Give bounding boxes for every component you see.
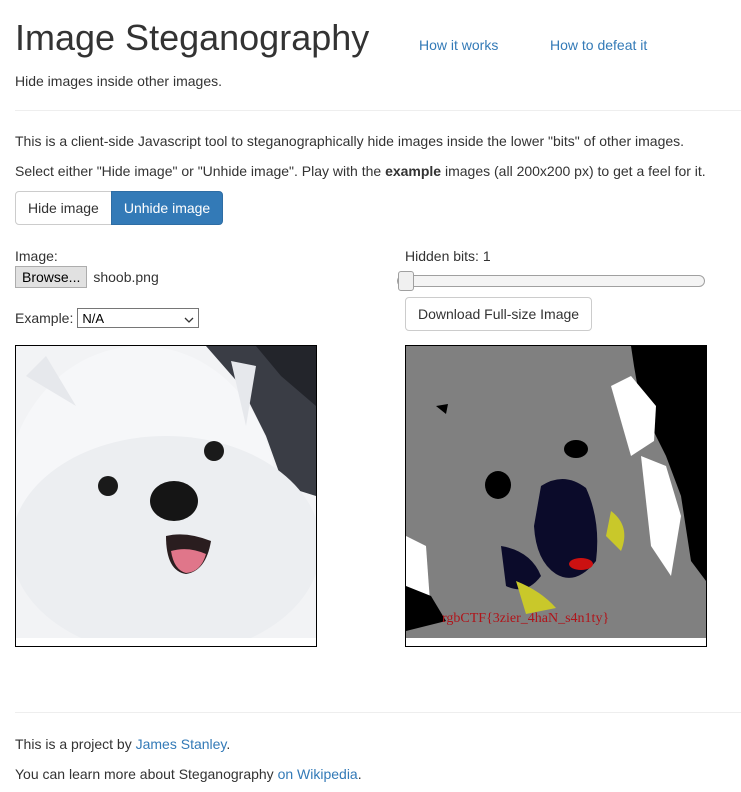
footer-line-2-after: . bbox=[357, 766, 362, 782]
browse-button[interactable]: Browse... bbox=[15, 266, 88, 288]
page-title: Image Steganography bbox=[15, 17, 370, 58]
author-link[interactable]: James Stanley bbox=[136, 736, 227, 752]
image-label: Image: bbox=[15, 248, 58, 264]
intro-line-2-before: Select either "Hide image" or "Unhide im… bbox=[15, 163, 386, 179]
tagline: Hide images inside other images. bbox=[15, 73, 222, 89]
wikipedia-link[interactable]: on Wikipedia bbox=[278, 766, 358, 782]
intro-line-2-after: images (all 200x200 px) to get a feel fo… bbox=[441, 163, 706, 179]
footer-divider bbox=[15, 712, 741, 713]
example-label: Example: bbox=[15, 310, 74, 326]
example-row: Example: N/A bbox=[15, 308, 200, 328]
hide-image-button[interactable]: Hide image bbox=[15, 191, 112, 225]
footer-line-2-before: You can learn more about Steganography bbox=[15, 766, 278, 782]
footer-line-1: This is a project by James Stanley. bbox=[15, 736, 230, 752]
hidden-bits-label: Hidden bits: 1 bbox=[405, 248, 491, 264]
mode-toggle: Hide image Unhide image bbox=[15, 191, 224, 225]
revealed-image: rgbCTF{3zier_4haN_s4n1ty} bbox=[406, 346, 706, 646]
download-full-size-button[interactable]: Download Full-size Image bbox=[405, 297, 593, 331]
selected-filename: shoob.png bbox=[93, 269, 159, 285]
example-selected-value: N/A bbox=[82, 310, 105, 326]
page-header: Image Steganography How it works How to … bbox=[15, 16, 735, 66]
footer-line-2: You can learn more about Steganography o… bbox=[15, 766, 362, 782]
puppy-image bbox=[16, 346, 316, 646]
example-select[interactable]: N/A bbox=[77, 308, 200, 328]
hidden-flag-text: rgbCTF{3zier_4haN_s4n1ty} bbox=[442, 611, 609, 626]
intro-line-1: This is a client-side Javascript tool to… bbox=[15, 133, 685, 149]
header-divider bbox=[15, 110, 741, 111]
slider-handle[interactable] bbox=[398, 271, 414, 291]
intro-line-2-bold: example bbox=[385, 163, 442, 179]
footer-line-1-after: . bbox=[226, 736, 231, 752]
nav-link-how-to-defeat-it[interactable]: How to defeat it bbox=[550, 37, 647, 53]
chevron-down-icon bbox=[184, 311, 194, 326]
unhide-image-button[interactable]: Unhide image bbox=[110, 191, 224, 225]
footer-line-1-before: This is a project by bbox=[15, 736, 136, 752]
revealed-image-canvas: rgbCTF{3zier_4haN_s4n1ty} bbox=[405, 345, 707, 647]
nav-link-how-it-works[interactable]: How it works bbox=[419, 37, 498, 53]
source-image-canvas bbox=[15, 345, 317, 647]
intro-line-2: Select either "Hide image" or "Unhide im… bbox=[15, 161, 706, 181]
hidden-bits-slider[interactable] bbox=[397, 271, 705, 291]
file-input: Browse... shoob.png bbox=[15, 266, 159, 288]
